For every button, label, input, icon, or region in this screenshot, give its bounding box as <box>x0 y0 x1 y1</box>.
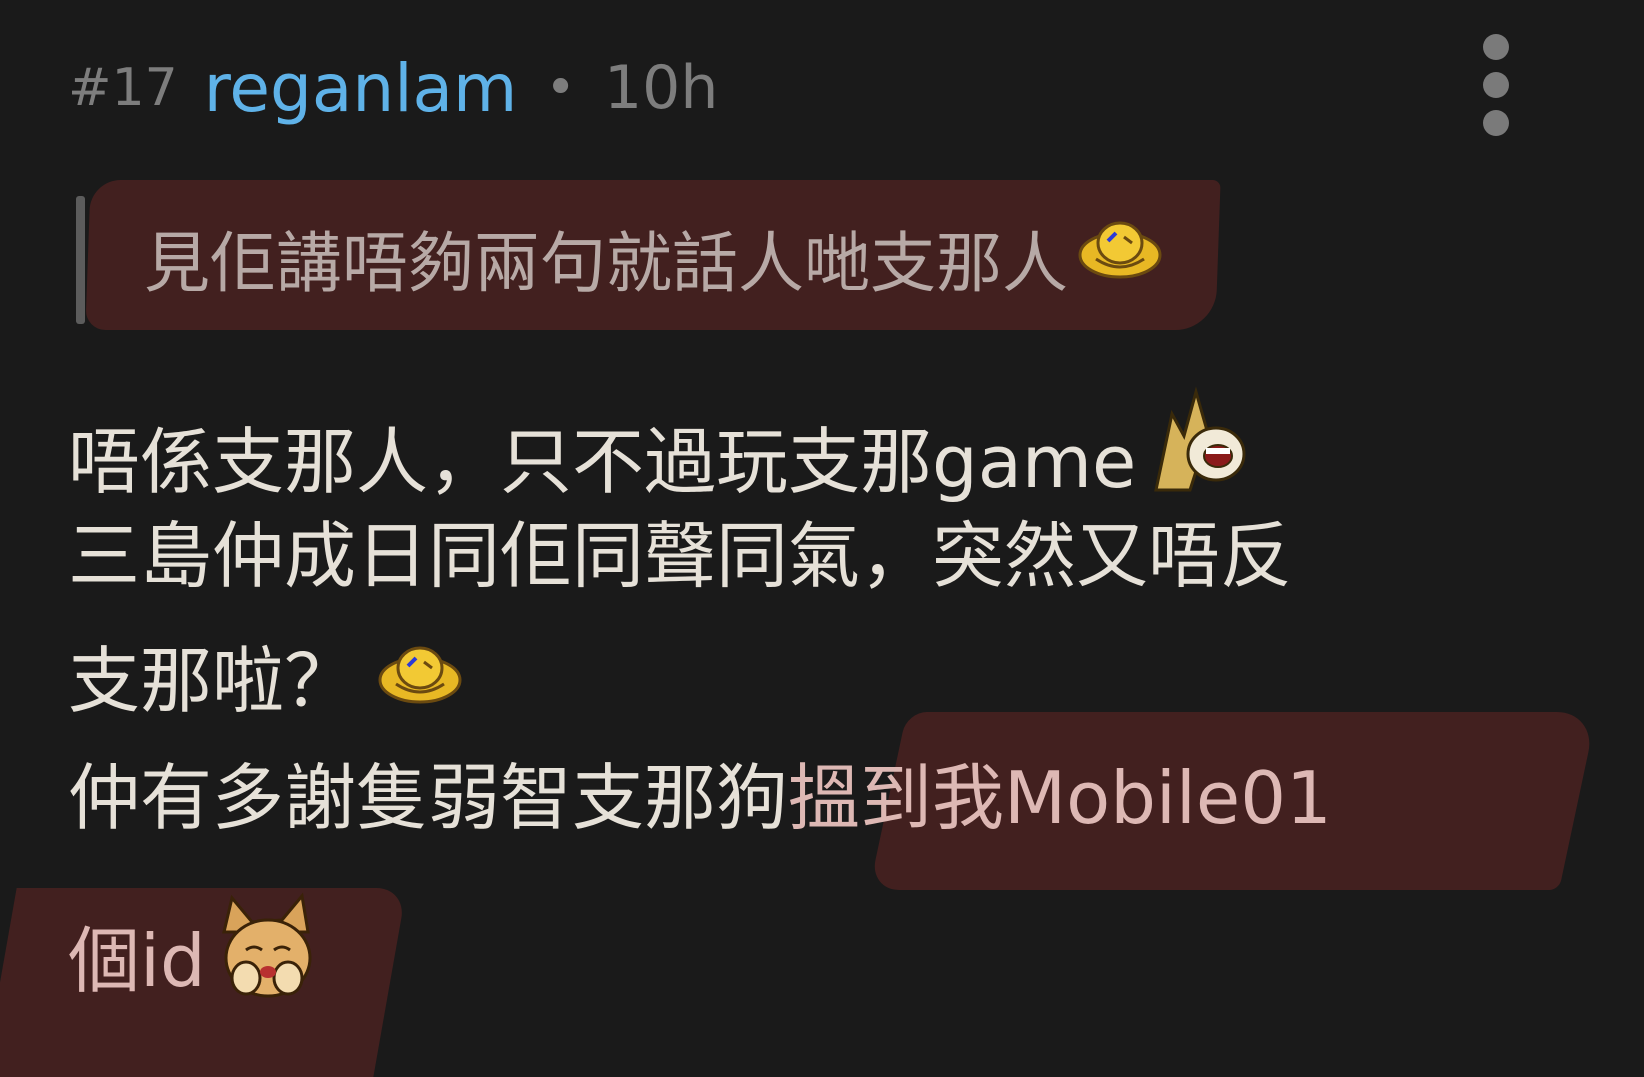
redacted-text: 搵到我Mobile01 <box>788 756 1332 840</box>
quote-block: 見佢講唔夠兩句就話人哋支那人 <box>144 210 1166 306</box>
body-line-1: 唔係支那人，只不過玩支那game <box>68 386 1250 523</box>
body-line-4: 仲有多謝隻弱智支那狗 搵到我Mobile01 <box>68 762 1332 834</box>
body-line-2: 三島仲成日同佢同聲同氣，突然又唔反 <box>68 520 1292 592</box>
shocked-horse-icon <box>1150 384 1250 507</box>
username-link[interactable]: reganlam <box>204 50 518 127</box>
body-line-3: 支那啦？ <box>68 640 466 721</box>
quote-bar <box>76 196 85 324</box>
separator-dot: • <box>545 58 576 118</box>
body-text: 仲有多謝隻弱智支那狗 <box>68 756 789 840</box>
redacted-text: 個id <box>68 918 206 1003</box>
post-number: #17 <box>68 58 178 118</box>
quote-text: 見佢講唔夠兩句就話人哋支那人 <box>144 225 1068 302</box>
crying-cat-icon <box>216 892 320 1013</box>
laughing-face-icon <box>374 640 466 721</box>
post-time: 10h <box>603 53 719 123</box>
body-line-5: 個id <box>68 892 320 1021</box>
post-header: #17 reganlam • 10h <box>68 48 718 128</box>
body-text: 三島仲成日同佢同聲同氣，突然又唔反 <box>68 514 1293 598</box>
laughing-face-icon <box>1074 215 1166 301</box>
more-options-icon[interactable] <box>1470 30 1520 140</box>
body-text: 唔係支那人，只不過玩支那game <box>68 419 1137 504</box>
menu-dot <box>1483 72 1509 98</box>
menu-dot <box>1483 34 1509 60</box>
menu-dot <box>1483 110 1509 136</box>
forum-post: #17 reganlam • 10h 見佢講唔夠兩句就話人哋支那人 唔係支那人，… <box>0 0 1644 1077</box>
body-text: 支那啦？ <box>68 638 357 723</box>
